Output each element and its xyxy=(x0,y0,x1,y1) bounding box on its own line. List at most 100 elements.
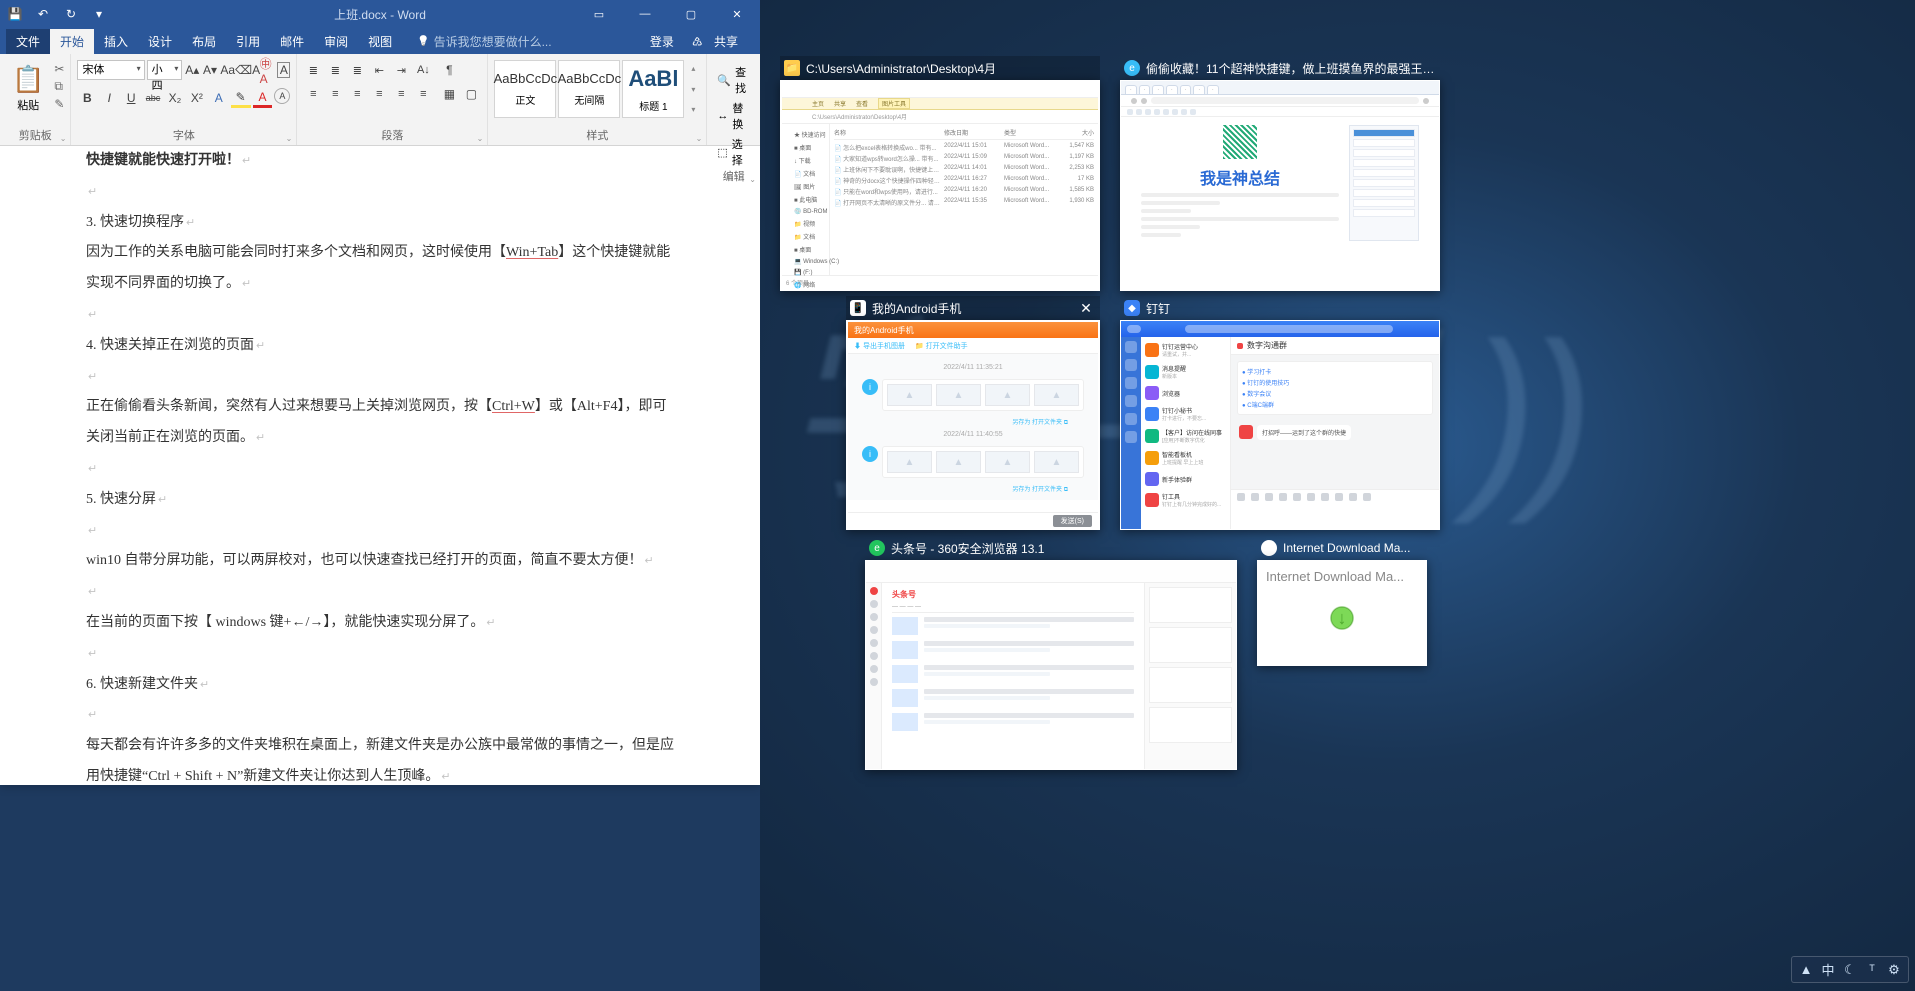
ribbon: 📋 粘贴 ✂ ⧉ ✎ 剪贴板 宋体 小四 A▴ A▾ Aa xyxy=(0,54,760,146)
decrease-indent-button[interactable]: ⇤ xyxy=(369,60,389,80)
tab-references[interactable]: 引用 xyxy=(226,29,270,54)
superscript-button[interactable]: X² xyxy=(187,88,207,108)
align-left-button[interactable]: ≡ xyxy=(303,84,323,104)
window-controls: ▭ — ▢ ✕ xyxy=(576,0,760,28)
group-editing-label: 编辑 xyxy=(713,168,754,186)
shrink-font-button[interactable]: A▾ xyxy=(202,60,218,80)
taskview-tile-idm[interactable]: ⬇ Internet Download Ma... Internet Downl… xyxy=(1257,536,1427,666)
tile-title: Internet Download Ma... xyxy=(1283,541,1423,555)
tile-title: 钉钉 xyxy=(1146,300,1436,317)
tab-file[interactable]: 文件 xyxy=(6,29,50,54)
multilevel-button[interactable]: ≣ xyxy=(347,60,367,80)
android-thumbnail: 我的Android手机 ⬇ 导出手机图册 📁 打开文件助手 2022/4/11 … xyxy=(846,320,1100,530)
style-no-spacing[interactable]: AaBbCcDc 无间隔 xyxy=(558,60,620,118)
paste-icon: 📋 xyxy=(12,64,44,95)
group-styles-label: 样式 xyxy=(494,127,700,145)
sort-button[interactable]: A↓ xyxy=(413,60,433,80)
copy-button[interactable]: ⧉ xyxy=(54,79,64,94)
login-link[interactable]: 登录 xyxy=(642,29,682,54)
tray-night-icon[interactable]: ☾ xyxy=(1842,962,1858,978)
char-border-button[interactable]: A xyxy=(277,62,290,78)
taskview-tile-2345browser[interactable]: e 偷偷收藏！11个超神快捷键，做上班摸鱼界的最强王者！ - 2345加速浏览器… xyxy=(1120,56,1440,291)
tray-settings-icon[interactable]: ⚙ xyxy=(1886,962,1902,978)
bullets-button[interactable]: ≣ xyxy=(303,60,323,80)
maximize-button[interactable]: ▢ xyxy=(668,0,714,28)
group-paragraph: ≣ ≣ ≣ ⇤ ⇥ A↓ ≡ ≡ ≡ ≡ ≡ ≡ ¶ ▦ xyxy=(297,54,488,145)
dingding-icon: ◆ xyxy=(1124,300,1140,316)
cut-button[interactable]: ✂ xyxy=(54,62,64,76)
phonetic-guide-button[interactable]: ㊥ A xyxy=(260,60,276,80)
share-button[interactable]: ♹ 共享 xyxy=(684,29,754,54)
ribbon-options-icon[interactable]: ▭ xyxy=(576,0,622,28)
underline-button[interactable]: U xyxy=(121,88,141,108)
system-tray: ▲ 中 ☾ ᵀ ⚙ xyxy=(1791,956,1909,983)
dingding-thumbnail: 钉钉运营中心请重试，并...消息提醒新版本浏览器钉钉小秘书打卡进行，不要忘...… xyxy=(1120,320,1440,530)
bold-button[interactable]: B xyxy=(77,88,97,108)
line-spacing-button[interactable]: ≡ xyxy=(413,84,433,104)
tray-tool-icon[interactable]: ᵀ xyxy=(1864,962,1880,977)
minimize-button[interactable]: — xyxy=(622,0,668,28)
word-tabs: 文件 开始 插入 设计 布局 引用 邮件 审阅 视图 告诉我您想要做什么... … xyxy=(0,28,760,54)
clear-format-button[interactable]: ⌫A xyxy=(238,60,258,80)
close-button[interactable]: ✕ xyxy=(714,0,760,28)
enclose-char-button[interactable]: A xyxy=(274,88,290,104)
undo-icon[interactable]: ↶ xyxy=(34,5,52,23)
tab-review[interactable]: 审阅 xyxy=(314,29,358,54)
subscript-button[interactable]: X₂ xyxy=(165,88,185,108)
italic-button[interactable]: I xyxy=(99,88,119,108)
tab-mailings[interactable]: 邮件 xyxy=(270,29,314,54)
taskview-tile-explorer[interactable]: 📁 C:\Users\Administrator\Desktop\4月 主页 共… xyxy=(780,56,1100,291)
highlight-button[interactable]: ✎ xyxy=(231,88,251,108)
align-center-button[interactable]: ≡ xyxy=(325,84,345,104)
document-area[interactable]: 快捷键就能快速打开啦！ 3. 快速切换程序 因为工作的关系电脑可能会同时打来多个… xyxy=(0,146,760,785)
font-size-select[interactable]: 小四 xyxy=(147,60,183,80)
explorer-thumbnail: 主页 共享 查看 图片工具 C:\Users\Administrator\Des… xyxy=(780,80,1100,291)
tile-title: C:\Users\Administrator\Desktop\4月 xyxy=(806,60,1096,77)
styles-more-icon[interactable]: ▾ xyxy=(686,105,700,114)
tab-layout[interactable]: 布局 xyxy=(182,29,226,54)
group-font: 宋体 小四 A▴ A▾ Aa ⌫A ㊥ A A B I U abc X₂ X² … xyxy=(71,54,297,145)
styles-scroll-up-icon[interactable]: ▴ xyxy=(686,64,700,73)
tab-view[interactable]: 视图 xyxy=(358,29,402,54)
styles-scroll-down-icon[interactable]: ▾ xyxy=(686,85,700,94)
font-color-button[interactable]: A xyxy=(253,88,273,108)
tile-close-button[interactable]: ✕ xyxy=(1076,298,1096,318)
increase-indent-button[interactable]: ⇥ xyxy=(391,60,411,80)
tray-expand-icon[interactable]: ▲ xyxy=(1798,962,1814,977)
numbering-button[interactable]: ≣ xyxy=(325,60,345,80)
align-right-button[interactable]: ≡ xyxy=(347,84,367,104)
grow-font-button[interactable]: A▴ xyxy=(184,60,200,80)
text-effects-button[interactable]: A xyxy=(209,88,229,108)
save-icon[interactable]: 💾 xyxy=(6,5,24,23)
tab-home[interactable]: 开始 xyxy=(50,29,94,54)
style-normal[interactable]: AaBbCcDc 正文 xyxy=(494,60,556,118)
find-button[interactable]: 🔍查找 xyxy=(713,64,754,96)
find-icon: 🔍 xyxy=(717,74,731,87)
replace-button[interactable]: ↔替换 xyxy=(713,100,754,132)
taskview-tile-dingding[interactable]: ◆ 钉钉 钉钉运营中心请重试，并...消息提醒新版本浏览器钉钉小秘书打卡进行，不… xyxy=(1120,296,1440,530)
group-editing: 🔍查找 ↔替换 ⬚选择 编辑 xyxy=(707,54,760,145)
paste-button[interactable]: 📋 粘贴 xyxy=(6,60,50,117)
change-case-button[interactable]: Aa xyxy=(220,60,236,80)
qat-customize-icon[interactable]: ▾ xyxy=(90,5,108,23)
borders-button[interactable]: ▢ xyxy=(461,84,481,104)
browser360-thumbnail: 头条号 — — — — xyxy=(865,560,1237,770)
style-heading-1[interactable]: AaBl 标题 1 xyxy=(622,60,684,118)
tray-ime-icon[interactable]: 中 xyxy=(1820,960,1836,979)
show-marks-button[interactable]: ¶ xyxy=(439,60,459,80)
font-family-select[interactable]: 宋体 xyxy=(77,60,144,80)
align-justify-button[interactable]: ≡ xyxy=(369,84,389,104)
explorer-icon: 📁 xyxy=(784,60,800,76)
tab-insert[interactable]: 插入 xyxy=(94,29,138,54)
shading-button[interactable]: ▦ xyxy=(439,84,459,104)
taskview-tile-360browser[interactable]: e 头条号 - 360安全浏览器 13.1 头条号 — — — — xyxy=(865,536,1237,770)
select-button[interactable]: ⬚选择 xyxy=(713,136,754,168)
tile-title: 偷偷收藏！11个超神快捷键，做上班摸鱼界的最强王者！ - 2345加速浏览器..… xyxy=(1146,60,1436,77)
tile-title: 我的Android手机 xyxy=(872,300,1070,317)
format-painter-button[interactable]: ✎ xyxy=(54,97,64,111)
align-distributed-button[interactable]: ≡ xyxy=(391,84,411,104)
taskview-tile-android[interactable]: 📱 我的Android手机 ✕ 我的Android手机 ⬇ 导出手机图册 📁 打… xyxy=(846,296,1100,530)
tab-design[interactable]: 设计 xyxy=(138,29,182,54)
redo-icon[interactable]: ↻ xyxy=(62,5,80,23)
tell-me-input[interactable]: 告诉我您想要做什么... xyxy=(417,33,551,50)
